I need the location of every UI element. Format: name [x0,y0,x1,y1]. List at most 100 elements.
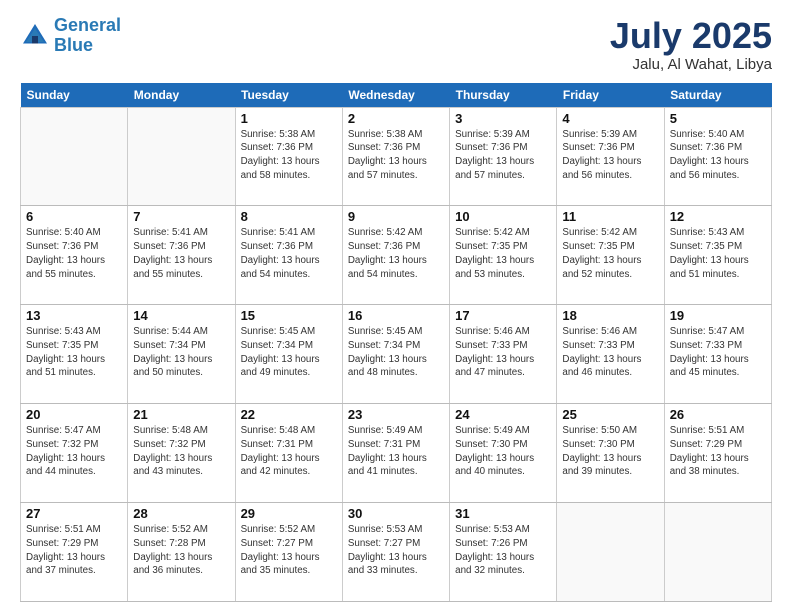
day-info: Sunrise: 5:43 AM Sunset: 7:35 PM Dayligh… [670,226,766,281]
day-number: 10 [455,209,551,224]
day-number: 29 [241,506,337,521]
day-info: Sunrise: 5:45 AM Sunset: 7:34 PM Dayligh… [348,325,444,380]
week-row-1: 1 Sunrise: 5:38 AM Sunset: 7:36 PM Daylig… [21,107,772,206]
day-number: 15 [241,308,337,323]
day-info: Sunrise: 5:53 AM Sunset: 7:26 PM Dayligh… [455,523,551,578]
day-cell: 16Sunrise: 5:45 AM Sunset: 7:34 PM Dayli… [342,305,449,404]
logo-line1: General [54,15,121,35]
day-info: Sunrise: 5:38 AM Sunset: 7:36 PM Dayligh… [348,128,444,183]
week-row-2: 6 Sunrise: 5:40 AM Sunset: 7:36 PM Daylig… [21,206,772,305]
logo-line2: Blue [54,35,93,55]
day-info: Sunrise: 5:39 AM Sunset: 7:36 PM Dayligh… [455,128,551,183]
day-cell: 3 Sunrise: 5:39 AM Sunset: 7:36 PM Daylig… [450,107,557,206]
day-number: 19 [670,308,766,323]
day-number: 23 [348,407,444,422]
day-cell: 7 Sunrise: 5:41 AM Sunset: 7:36 PM Daylig… [128,206,235,305]
week-row-5: 27 Sunrise: 5:51 AM Sunset: 7:29 PM Dayli… [21,503,772,602]
day-info: Sunrise: 5:43 AM Sunset: 7:35 PM Dayligh… [26,325,122,380]
day-cell: 9 Sunrise: 5:42 AM Sunset: 7:36 PM Daylig… [342,206,449,305]
day-cell: 22 Sunrise: 5:48 AM Sunset: 7:31 PM Dayli… [235,404,342,503]
day-cell: 11 Sunrise: 5:42 AM Sunset: 7:35 PM Dayli… [557,206,664,305]
day-cell [557,503,664,602]
col-header-tuesday: Tuesday [235,83,342,108]
logo: General Blue [20,16,121,56]
day-cell: 19Sunrise: 5:47 AM Sunset: 7:33 PM Dayli… [664,305,771,404]
day-number: 25 [562,407,658,422]
col-header-monday: Monday [128,83,235,108]
day-info: Sunrise: 5:49 AM Sunset: 7:30 PM Dayligh… [455,424,551,479]
day-number: 4 [562,111,658,126]
day-number: 20 [26,407,122,422]
day-cell: 6 Sunrise: 5:40 AM Sunset: 7:36 PM Daylig… [21,206,128,305]
day-cell [21,107,128,206]
day-info: Sunrise: 5:44 AM Sunset: 7:34 PM Dayligh… [133,325,229,380]
day-info: Sunrise: 5:41 AM Sunset: 7:36 PM Dayligh… [133,226,229,281]
logo-text: General Blue [54,16,121,56]
day-number: 21 [133,407,229,422]
day-cell: 13Sunrise: 5:43 AM Sunset: 7:35 PM Dayli… [21,305,128,404]
day-number: 12 [670,209,766,224]
day-cell: 21 Sunrise: 5:48 AM Sunset: 7:32 PM Dayli… [128,404,235,503]
col-header-sunday: Sunday [21,83,128,108]
day-cell: 2 Sunrise: 5:38 AM Sunset: 7:36 PM Daylig… [342,107,449,206]
day-info: Sunrise: 5:39 AM Sunset: 7:36 PM Dayligh… [562,128,658,183]
day-cell: 26 Sunrise: 5:51 AM Sunset: 7:29 PM Dayli… [664,404,771,503]
day-cell: 17 Sunrise: 5:46 AM Sunset: 7:33 PM Dayli… [450,305,557,404]
day-number: 27 [26,506,122,521]
day-cell: 23Sunrise: 5:49 AM Sunset: 7:31 PM Dayli… [342,404,449,503]
day-info: Sunrise: 5:42 AM Sunset: 7:35 PM Dayligh… [562,226,658,281]
page: General Blue July 2025 Jalu, Al Wahat, L… [0,0,792,612]
day-cell: 10Sunrise: 5:42 AM Sunset: 7:35 PM Dayli… [450,206,557,305]
day-cell: 28Sunrise: 5:52 AM Sunset: 7:28 PM Dayli… [128,503,235,602]
day-number: 18 [562,308,658,323]
day-info: Sunrise: 5:52 AM Sunset: 7:28 PM Dayligh… [133,523,229,578]
week-row-4: 20Sunrise: 5:47 AM Sunset: 7:32 PM Dayli… [21,404,772,503]
day-cell: 29 Sunrise: 5:52 AM Sunset: 7:27 PM Dayli… [235,503,342,602]
day-number: 26 [670,407,766,422]
day-number: 17 [455,308,551,323]
day-cell: 15Sunrise: 5:45 AM Sunset: 7:34 PM Dayli… [235,305,342,404]
day-cell: 27 Sunrise: 5:51 AM Sunset: 7:29 PM Dayli… [21,503,128,602]
day-cell: 31Sunrise: 5:53 AM Sunset: 7:26 PM Dayli… [450,503,557,602]
calendar-header-row: SundayMondayTuesdayWednesdayThursdayFrid… [21,83,772,108]
title-block: July 2025 Jalu, Al Wahat, Libya [610,16,772,73]
day-info: Sunrise: 5:40 AM Sunset: 7:36 PM Dayligh… [26,226,122,281]
day-info: Sunrise: 5:51 AM Sunset: 7:29 PM Dayligh… [26,523,122,578]
day-number: 2 [348,111,444,126]
day-cell: 25 Sunrise: 5:50 AM Sunset: 7:30 PM Dayli… [557,404,664,503]
day-info: Sunrise: 5:52 AM Sunset: 7:27 PM Dayligh… [241,523,337,578]
day-number: 9 [348,209,444,224]
day-cell: 1Sunrise: 5:38 AM Sunset: 7:36 PM Daylig… [235,107,342,206]
col-header-thursday: Thursday [450,83,557,108]
col-header-friday: Friday [557,83,664,108]
day-number: 14 [133,308,229,323]
day-info: Sunrise: 5:46 AM Sunset: 7:33 PM Dayligh… [455,325,551,380]
logo-icon [20,21,50,51]
day-number: 8 [241,209,337,224]
day-cell [128,107,235,206]
day-number: 7 [133,209,229,224]
day-number: 11 [562,209,658,224]
day-cell: 20Sunrise: 5:47 AM Sunset: 7:32 PM Dayli… [21,404,128,503]
day-info: Sunrise: 5:48 AM Sunset: 7:32 PM Dayligh… [133,424,229,479]
day-info: Sunrise: 5:50 AM Sunset: 7:30 PM Dayligh… [562,424,658,479]
day-cell: 12 Sunrise: 5:43 AM Sunset: 7:35 PM Dayli… [664,206,771,305]
day-number: 3 [455,111,551,126]
day-cell: 5Sunrise: 5:40 AM Sunset: 7:36 PM Daylig… [664,107,771,206]
day-number: 22 [241,407,337,422]
day-number: 1 [241,111,337,126]
day-number: 24 [455,407,551,422]
day-cell: 4 Sunrise: 5:39 AM Sunset: 7:36 PM Daylig… [557,107,664,206]
day-cell: 24 Sunrise: 5:49 AM Sunset: 7:30 PM Dayli… [450,404,557,503]
day-number: 30 [348,506,444,521]
day-number: 5 [670,111,766,126]
day-cell: 8 Sunrise: 5:41 AM Sunset: 7:36 PM Daylig… [235,206,342,305]
day-cell: 30 Sunrise: 5:53 AM Sunset: 7:27 PM Dayli… [342,503,449,602]
day-info: Sunrise: 5:42 AM Sunset: 7:36 PM Dayligh… [348,226,444,281]
day-info: Sunrise: 5:53 AM Sunset: 7:27 PM Dayligh… [348,523,444,578]
day-info: Sunrise: 5:41 AM Sunset: 7:36 PM Dayligh… [241,226,337,281]
header: General Blue July 2025 Jalu, Al Wahat, L… [20,16,772,73]
day-info: Sunrise: 5:48 AM Sunset: 7:31 PM Dayligh… [241,424,337,479]
day-info: Sunrise: 5:51 AM Sunset: 7:29 PM Dayligh… [670,424,766,479]
day-number: 6 [26,209,122,224]
